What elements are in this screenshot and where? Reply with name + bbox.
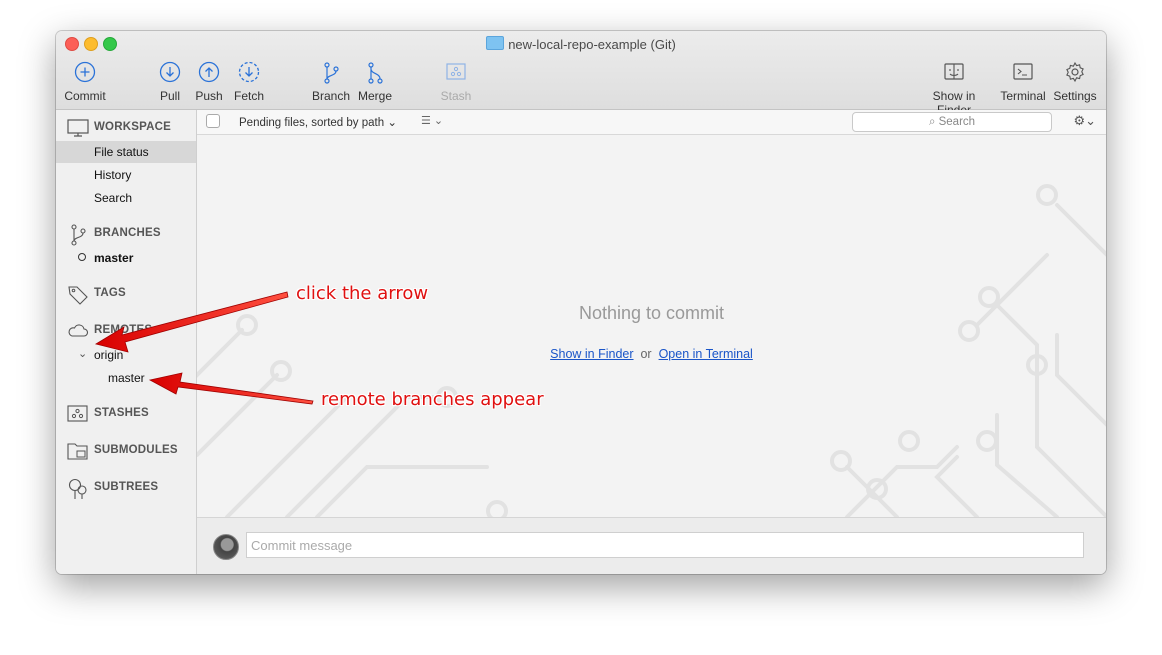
sidebar: WORKSPACE File status History Search BRA… <box>56 110 197 574</box>
empty-state-links: Show in Finder or Open in Terminal <box>550 347 753 361</box>
sidebar-item-branch-master[interactable]: master <box>56 247 196 269</box>
monitor-icon <box>67 118 89 143</box>
sidebar-section-workspace[interactable]: WORKSPACE <box>56 116 196 140</box>
fetch-icon <box>230 61 268 89</box>
sidebar-section-tags[interactable]: TAGS <box>56 282 196 306</box>
commit-message-input[interactable]: Commit message <box>246 532 1084 558</box>
gear-menu-icon[interactable]: ⚙⌄ <box>1073 113 1096 129</box>
sidebar-section-branches[interactable]: BRANCHES <box>56 222 196 246</box>
folder-icon <box>486 36 505 50</box>
tag-icon <box>67 284 89 311</box>
annotation-remote-branches: remote branches appear <box>321 389 544 410</box>
commit-icon <box>63 61 107 89</box>
sidebar-item-search[interactable]: Search <box>56 187 196 209</box>
sidebar-item-remote-branch-master[interactable]: master <box>56 367 196 389</box>
push-button[interactable]: Push <box>192 61 226 103</box>
merge-button[interactable]: Merge <box>355 61 395 103</box>
stash-icon <box>436 61 476 89</box>
gear-icon <box>1051 61 1099 89</box>
search-icon: ⌕ <box>928 116 936 128</box>
circuit-background-pattern <box>197 184 1106 517</box>
show-in-finder-link[interactable]: Show in Finder <box>550 347 633 361</box>
sidebar-item-remote-origin[interactable]: ⌄ origin <box>56 344 196 366</box>
branch-icon <box>310 61 352 89</box>
sidebar-section-remotes[interactable]: REMOTES <box>56 319 196 343</box>
commit-button[interactable]: Commit <box>63 61 107 103</box>
open-in-terminal-link[interactable]: Open in Terminal <box>659 347 753 361</box>
show-in-finder-button[interactable]: Show in Finder <box>914 61 994 117</box>
stash-icon <box>67 404 89 429</box>
cloud-icon <box>67 321 89 346</box>
commit-bar: Commit message <box>197 517 1106 574</box>
push-icon <box>192 61 226 89</box>
avatar <box>213 534 239 560</box>
search-input[interactable]: ⌕ Search <box>852 112 1052 132</box>
settings-button[interactable]: Settings <box>1051 61 1099 103</box>
sidebar-item-history[interactable]: History <box>56 164 196 186</box>
terminal-button[interactable]: Terminal <box>999 61 1047 103</box>
app-window: new-local-repo-example (Git) Commit Pull… <box>56 31 1106 574</box>
window-title: new-local-repo-example (Git) <box>56 36 1106 52</box>
stash-button[interactable]: Stash <box>436 61 476 103</box>
file-status-panel: Nothing to commit Show in Finder or Open… <box>197 135 1106 517</box>
current-branch-icon <box>78 253 86 261</box>
tree-icon <box>67 478 89 505</box>
select-all-checkbox[interactable] <box>206 114 220 128</box>
sidebar-section-stashes[interactable]: STASHES <box>56 402 196 426</box>
sidebar-section-submodules[interactable]: SUBMODULES <box>56 439 196 463</box>
pending-files-dropdown[interactable]: Pending files, sorted by path ⌄ <box>239 115 397 129</box>
branch-button[interactable]: Branch <box>310 61 352 103</box>
merge-icon <box>355 61 395 89</box>
sidebar-item-file-status[interactable]: File status <box>56 141 196 163</box>
finder-icon <box>914 61 994 89</box>
pull-icon <box>153 61 187 89</box>
list-view-icon[interactable]: ☰ ⌄ <box>421 114 443 127</box>
fetch-button[interactable]: Fetch <box>230 61 268 103</box>
chevron-down-icon[interactable]: ⌄ <box>78 347 87 360</box>
title-toolbar: new-local-repo-example (Git) Commit Pull… <box>56 31 1106 117</box>
file-filter-bar: Pending files, sorted by path ⌄ ☰ ⌄ ⌕ Se… <box>197 110 1106 135</box>
empty-state-message: Nothing to commit <box>578 303 725 323</box>
terminal-icon <box>999 61 1047 89</box>
submodule-folder-icon <box>67 441 89 466</box>
pull-button[interactable]: Pull <box>153 61 187 103</box>
annotation-click-arrow: click the arrow <box>296 283 429 304</box>
sidebar-section-subtrees[interactable]: SUBTREES <box>56 476 196 500</box>
